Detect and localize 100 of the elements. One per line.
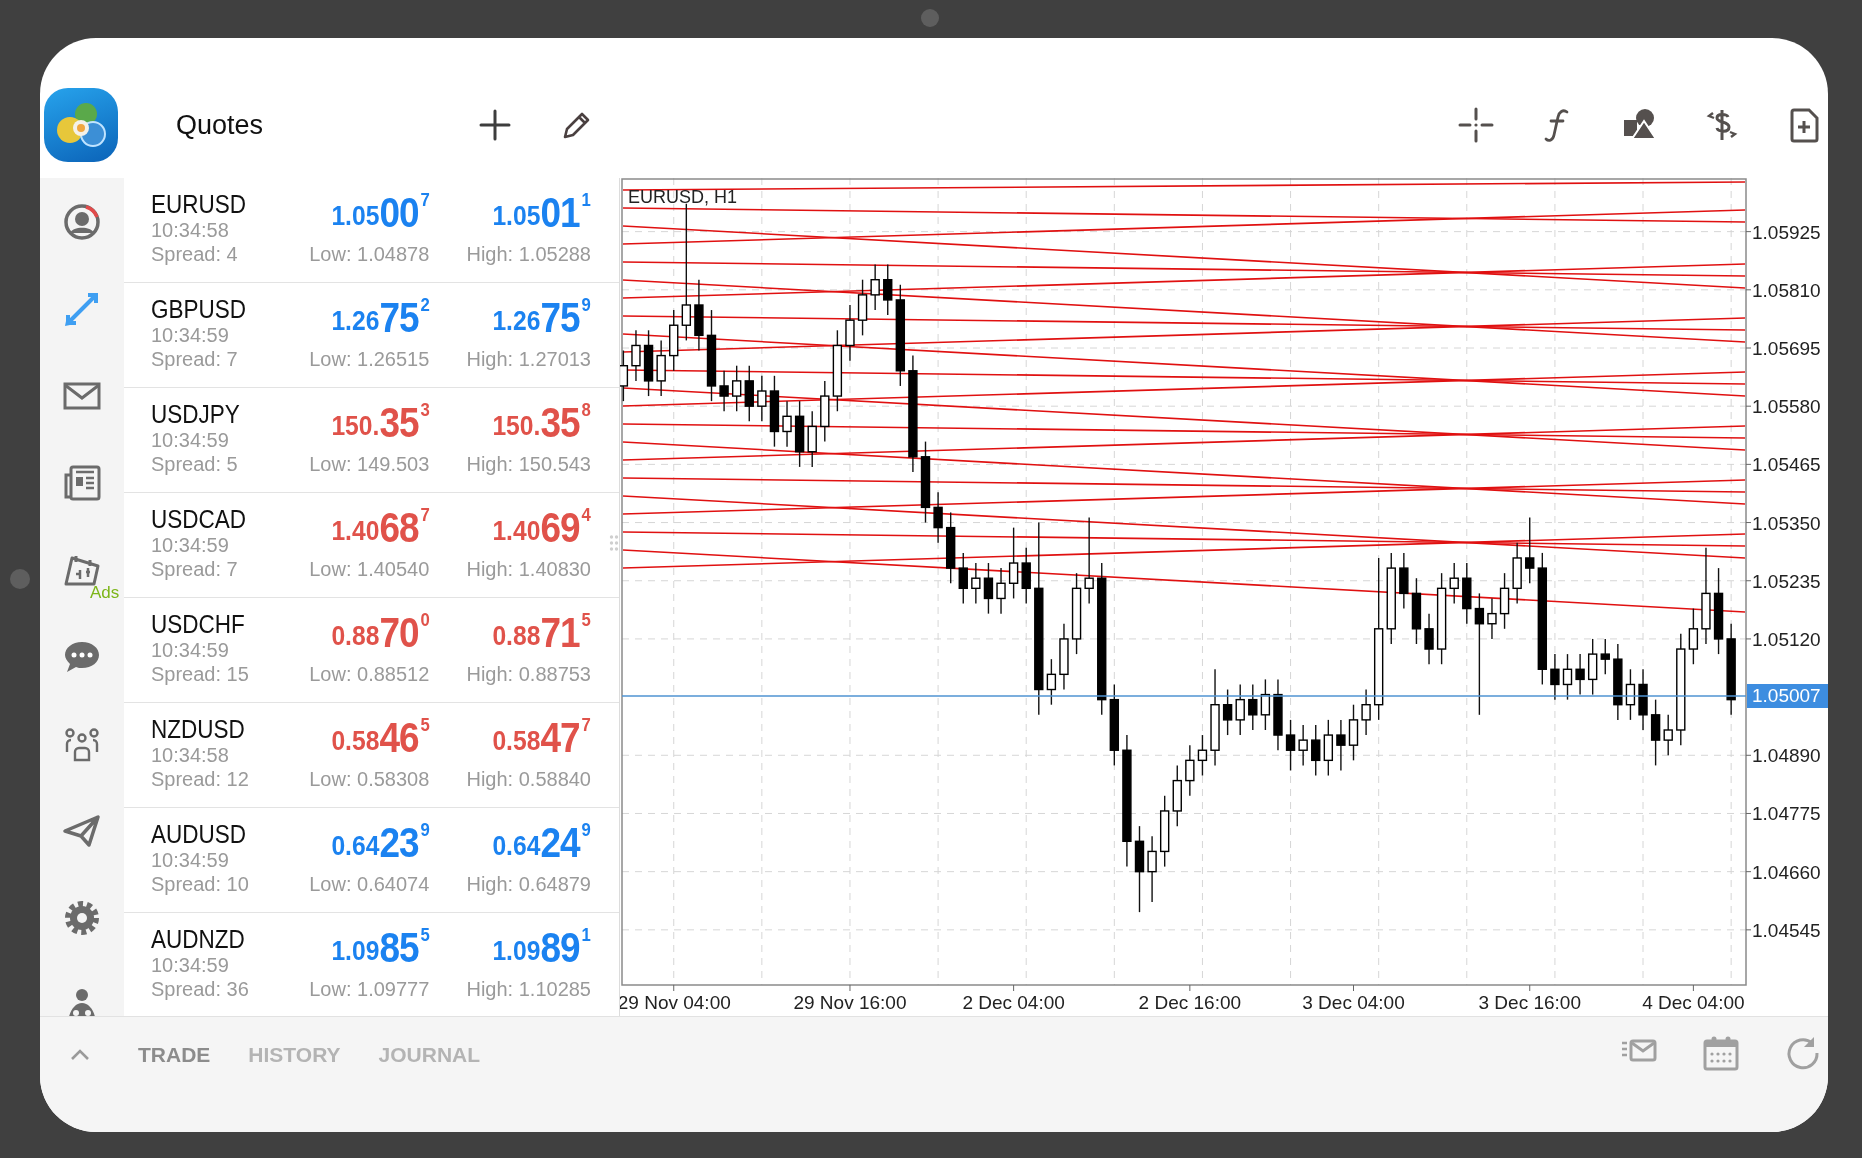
- drag-handle-icon[interactable]: [609, 534, 619, 552]
- candle: [1625, 668, 1636, 721]
- symbol-name: USDJPY: [151, 400, 241, 428]
- price-tick-label: 1.05465: [1752, 454, 1821, 476]
- spread-text: Spread: 12: [151, 767, 250, 791]
- quote-time: 10:34:59: [151, 533, 230, 557]
- time-tick-label: 3 Dec 04:00: [1302, 992, 1405, 1013]
- symbol-name: AUDNZD: [151, 925, 246, 953]
- candle: [933, 491, 943, 544]
- candle: [1248, 683, 1258, 731]
- spread-text: Spread: 4: [151, 242, 239, 266]
- candle: [820, 380, 830, 443]
- time-tick-label: 4 Dec 04:00: [1642, 992, 1745, 1013]
- app-logo-icon[interactable]: [44, 88, 118, 162]
- candle: [1222, 688, 1233, 736]
- candle: [1525, 516, 1535, 584]
- candle: [1323, 719, 1333, 777]
- low-price: Low: 0.64074: [309, 872, 430, 896]
- time-tick-label: 2 Dec 16:00: [1138, 992, 1242, 1013]
- user-icon[interactable]: [62, 201, 102, 242]
- current-price-tag: 1.05007: [1747, 684, 1828, 709]
- spread-text: Spread: 36: [151, 977, 250, 1001]
- candle: [857, 279, 868, 337]
- candle: [870, 263, 880, 311]
- candle: [983, 562, 994, 615]
- price-tick-label: 1.04660: [1752, 861, 1821, 883]
- symbol-name: GBPUSD: [151, 295, 248, 323]
- candle: [883, 263, 893, 316]
- low-price: Low: 1.40540: [309, 557, 430, 581]
- symbol-name: USDCHF: [151, 610, 246, 638]
- candle: [669, 309, 679, 372]
- candle: [1424, 612, 1434, 665]
- spread-text: Spread: 10: [151, 872, 250, 896]
- symbol-name: USDCAD: [151, 505, 247, 533]
- candle: [1550, 653, 1560, 701]
- high-price: High: 0.64879: [466, 872, 591, 896]
- camera-lens: [921, 9, 939, 27]
- price-tick-label: 1.04890: [1752, 745, 1821, 767]
- add-icon[interactable]: [478, 108, 513, 142]
- low-price: Low: 1.09777: [309, 977, 430, 1001]
- candle: [631, 329, 641, 382]
- time-tick-label: 3 Dec 16:00: [1478, 992, 1581, 1013]
- high-price: High: 150.543: [466, 452, 591, 476]
- candle: [1197, 734, 1208, 777]
- candle: [1172, 764, 1182, 827]
- high-price: High: 1.10285: [466, 977, 591, 1001]
- candle: [1399, 552, 1409, 610]
- candle: [1285, 719, 1296, 772]
- candle: [1462, 562, 1472, 625]
- candle: [1336, 719, 1346, 772]
- quote-time: 10:34:58: [151, 218, 230, 242]
- candle: [1260, 678, 1271, 731]
- price-tick-label: 1.05120: [1752, 628, 1821, 650]
- candle: [782, 400, 792, 448]
- low-price: Low: 0.58308: [309, 767, 430, 791]
- low-price: Low: 1.04878: [309, 242, 430, 266]
- spread-text: Spread: 15: [151, 662, 250, 686]
- spread-text: Spread: 5: [151, 452, 239, 476]
- price-tick-label: 1.05235: [1752, 570, 1821, 592]
- quote-time: 10:34:59: [151, 428, 230, 452]
- time-tick-label: 2 Dec 04:00: [962, 992, 1065, 1013]
- candle: [1487, 597, 1497, 640]
- low-price: Low: 149.503: [309, 452, 430, 476]
- candle: [1311, 724, 1321, 777]
- candle: [1650, 698, 1661, 767]
- symbol-name: NZDUSD: [151, 715, 246, 743]
- candle: [845, 304, 855, 362]
- candle: [731, 365, 742, 412]
- candle: [1046, 658, 1057, 706]
- quote-time: 10:34:59: [151, 848, 230, 872]
- candle: [971, 562, 981, 605]
- candle: [1575, 653, 1585, 696]
- symbol-name: EURUSD: [151, 190, 247, 218]
- candle: [1512, 542, 1522, 605]
- candle: [620, 349, 629, 402]
- high-price: High: 0.88753: [466, 662, 591, 686]
- candle: [1638, 668, 1648, 731]
- price-tick-label: 1.04545: [1752, 919, 1821, 941]
- candle: [1499, 572, 1510, 630]
- candle: [1235, 683, 1245, 736]
- price-tick-label: 1.05695: [1752, 338, 1821, 359]
- side-sensor: [10, 569, 30, 589]
- quote-time: 10:34:58: [151, 743, 230, 767]
- candle: [1562, 653, 1573, 701]
- price-tick-label: 1.04775: [1752, 803, 1821, 825]
- candle: [1021, 547, 1031, 605]
- candle: [1361, 688, 1371, 736]
- crosshair-icon[interactable]: [1458, 107, 1494, 143]
- candle: [744, 365, 754, 423]
- spread-text: Spread: 7: [151, 347, 239, 371]
- candle: [1348, 704, 1359, 762]
- low-price: Low: 1.26515: [309, 347, 430, 371]
- price-tick-label: 1.05350: [1752, 512, 1821, 534]
- high-price: High: 1.27013: [466, 347, 591, 371]
- candle: [719, 370, 729, 412]
- currency-exchange-icon[interactable]: [1704, 107, 1740, 143]
- candle: [807, 410, 817, 468]
- candle: [1588, 638, 1598, 696]
- high-price: High: 0.58840: [466, 767, 591, 791]
- candle: [794, 400, 805, 468]
